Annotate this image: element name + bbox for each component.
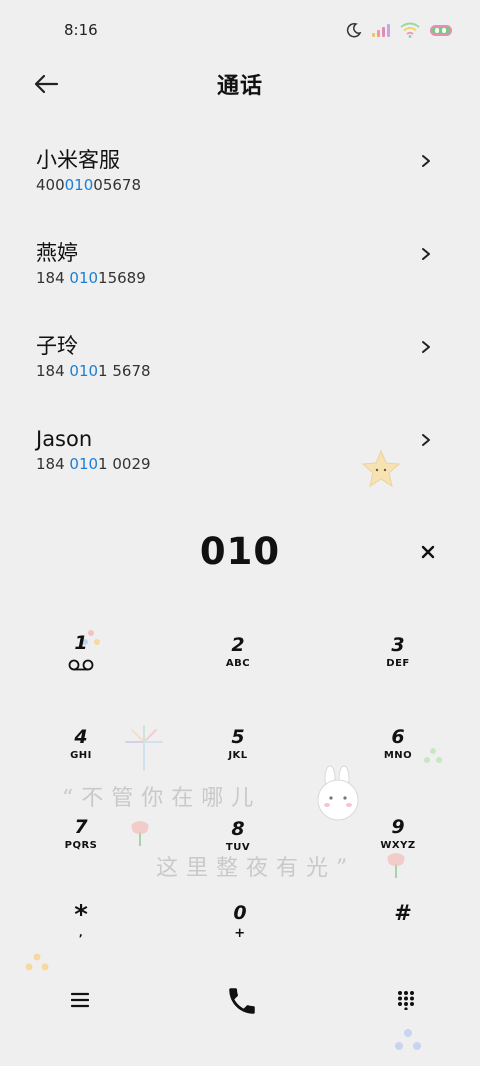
key-4[interactable]: 4 GHI: [16, 724, 146, 794]
contact-name: 小米客服: [36, 148, 120, 172]
wifi-icon: [400, 22, 420, 38]
key-digit: *: [74, 900, 88, 930]
voicemail-icon: [68, 659, 94, 671]
do-not-disturb-icon: [346, 22, 362, 38]
number-match: 010: [69, 455, 99, 473]
key-digit: 7: [74, 816, 88, 838]
close-icon: [421, 545, 435, 559]
contact-name: 子玲: [36, 334, 78, 358]
key-5[interactable]: 5 JKL: [173, 724, 303, 794]
status-bar: 8:16: [0, 0, 480, 62]
key-letters: GHI: [70, 750, 92, 761]
menu-icon: [71, 992, 89, 1008]
key-digit: 6: [391, 726, 405, 748]
key-2[interactable]: 2 ABC: [173, 632, 303, 702]
key-3[interactable]: 3 DEF: [333, 632, 463, 702]
status-icons: [346, 22, 452, 38]
bottom-action-bar: [0, 970, 480, 1030]
chevron-right-icon: [422, 434, 430, 446]
chevron-right-icon: [422, 155, 430, 167]
number-match: 010: [64, 176, 94, 194]
contact-number: 184 0101 0029: [36, 455, 480, 473]
contact-number: 40001005678: [36, 176, 480, 194]
key-digit: 1: [74, 632, 88, 654]
clear-button[interactable]: [416, 540, 440, 564]
key-0[interactable]: 0 +: [175, 900, 305, 970]
key-digit: 3: [391, 634, 405, 656]
key-digit: 4: [74, 726, 88, 748]
contact-item[interactable]: 子玲 184 0101 5678: [0, 316, 480, 409]
contact-item[interactable]: 燕婷 184 01015689: [0, 223, 480, 316]
key-letters: ABC: [225, 658, 251, 669]
number-suffix: 15689: [98, 269, 146, 287]
key-letters: ,: [78, 928, 84, 939]
number-match: 010: [69, 362, 99, 380]
key-9[interactable]: 9 WXYZ: [333, 814, 463, 884]
contact-item[interactable]: Jason 184 0101 0029: [0, 409, 480, 502]
key-digit: 2: [231, 634, 245, 656]
dialed-number: 010: [199, 530, 281, 573]
key-letters: WXYZ: [380, 840, 416, 851]
header: 通话: [0, 62, 480, 106]
status-time: 8:16: [64, 21, 98, 39]
contact-name: Jason: [36, 427, 93, 451]
key-letters: DEF: [386, 658, 410, 669]
number-suffix: 1 0029: [98, 455, 151, 473]
chevron-right-icon: [422, 248, 430, 260]
key-letters: TUV: [225, 842, 251, 853]
number-match: 010: [69, 269, 99, 287]
menu-button[interactable]: [62, 982, 98, 1018]
number-prefix: 400: [36, 176, 65, 194]
key-digit: 5: [231, 726, 245, 748]
battery-icon: [430, 24, 452, 36]
key-star[interactable]: * ,: [16, 902, 146, 972]
contact-list: 小米客服 40001005678 燕婷 184 01015689 子玲 184 …: [0, 130, 480, 502]
contact-item[interactable]: 小米客服 40001005678: [0, 130, 480, 223]
key-8[interactable]: 8 TUV: [173, 816, 303, 886]
key-1[interactable]: 1: [16, 630, 146, 700]
key-letters: +: [234, 926, 246, 941]
key-letters: JKL: [228, 750, 248, 761]
key-digit: 8: [231, 818, 245, 840]
dialpad-icon: [398, 991, 414, 1010]
key-6[interactable]: 6 MNO: [333, 724, 463, 794]
key-letters: PQRS: [64, 840, 98, 851]
chevron-right-icon: [422, 341, 430, 353]
signal-icon: [372, 23, 390, 37]
dialpad-toggle-button[interactable]: [388, 982, 424, 1018]
contact-name: 燕婷: [36, 241, 78, 265]
page-title: 通话: [216, 74, 263, 99]
number-prefix: 184: [36, 362, 70, 380]
number-prefix: 184: [36, 269, 70, 287]
phone-icon: [229, 988, 255, 1014]
number-suffix: 1 5678: [98, 362, 151, 380]
contact-number: 184 01015689: [36, 269, 480, 287]
key-digit: 0: [233, 902, 247, 924]
key-letters: MNO: [383, 750, 413, 761]
number-prefix: 184: [36, 455, 70, 473]
key-7[interactable]: 7 PQRS: [16, 814, 146, 884]
contact-number: 184 0101 5678: [36, 362, 480, 380]
key-digit: #: [394, 901, 412, 925]
key-digit: 9: [391, 816, 405, 838]
number-suffix: 05678: [93, 176, 141, 194]
call-button[interactable]: [219, 978, 265, 1024]
key-hash[interactable]: #: [338, 900, 468, 970]
sparkle-sticker-icon: [395, 1029, 421, 1050]
